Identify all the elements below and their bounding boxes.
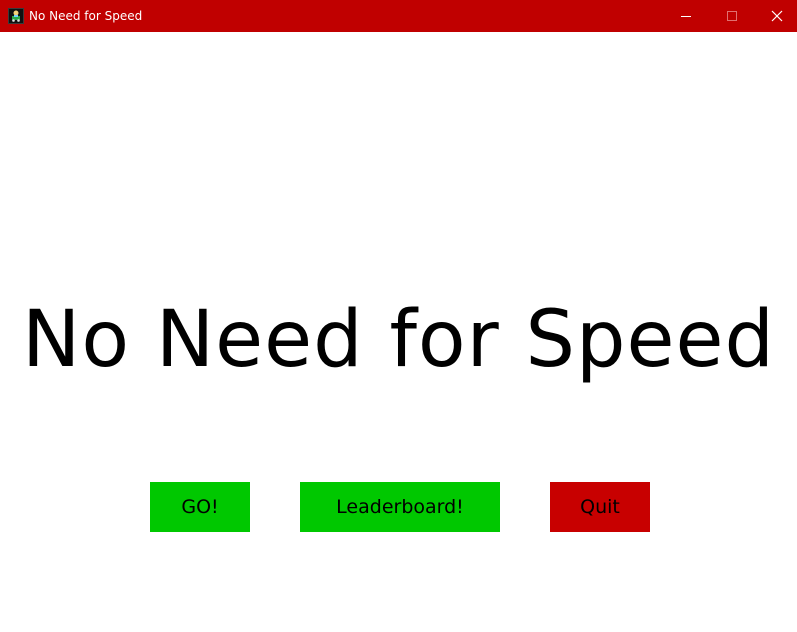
close-icon xyxy=(771,10,783,22)
go-button[interactable]: GO! xyxy=(150,482,250,532)
maximize-button[interactable] xyxy=(709,0,755,32)
car-game-icon xyxy=(8,8,24,24)
maximize-icon xyxy=(727,11,737,21)
window-title: No Need for Speed xyxy=(29,9,143,23)
minimize-button[interactable] xyxy=(663,0,709,32)
game-canvas: No Need for Speed GO! Leaderboard! Quit xyxy=(0,32,797,632)
leaderboard-button-label: Leaderboard! xyxy=(336,496,464,518)
game-title-heading: No Need for Speed xyxy=(21,295,776,385)
title-bar[interactable]: No Need for Speed xyxy=(0,0,797,32)
game-window: No Need for Speed No Need for Speed GO! … xyxy=(0,0,797,632)
leaderboard-button[interactable]: Leaderboard! xyxy=(300,482,500,532)
go-button-label: GO! xyxy=(181,496,219,518)
minimize-icon xyxy=(681,16,691,17)
quit-button-label: Quit xyxy=(580,496,620,518)
quit-button[interactable]: Quit xyxy=(550,482,650,532)
close-button[interactable] xyxy=(754,0,797,32)
